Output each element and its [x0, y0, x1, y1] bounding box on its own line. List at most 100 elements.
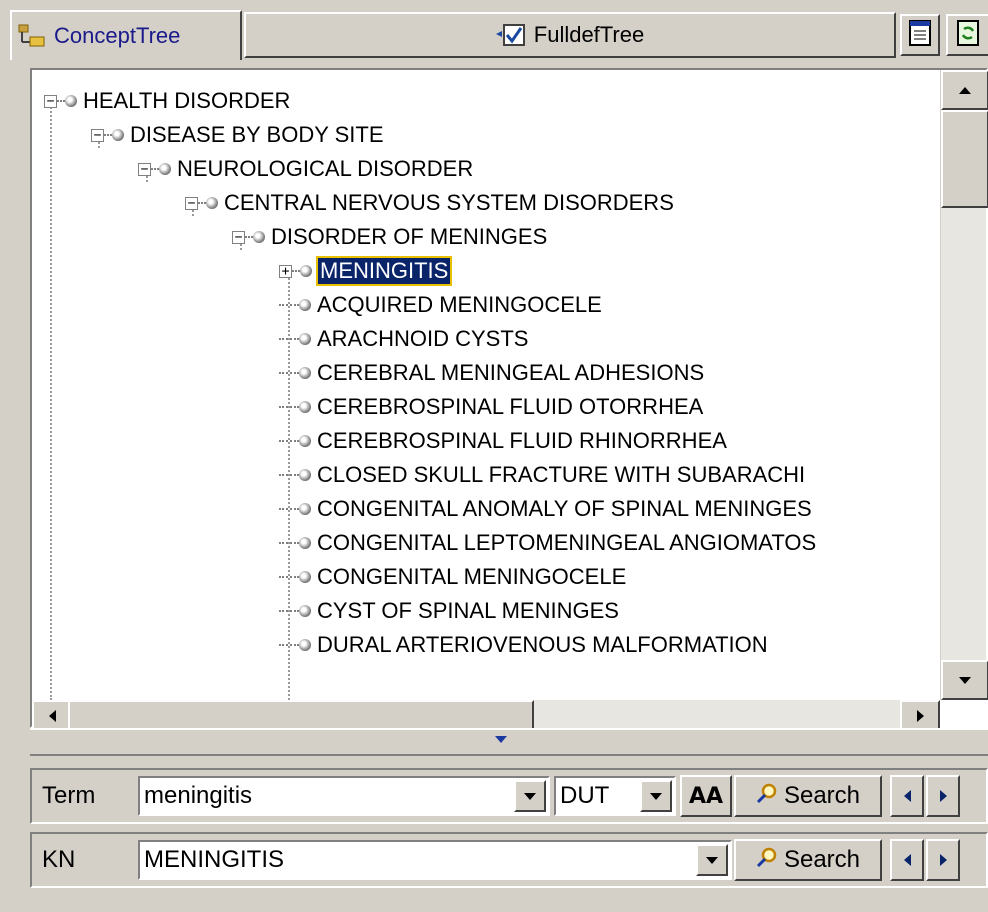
kn-label: KN — [42, 846, 76, 873]
tree-node-label: CEREBRAL MENINGEAL ADHESIONS — [317, 360, 705, 385]
node-bullet-icon — [299, 299, 311, 311]
node-bullet-icon — [112, 129, 124, 141]
tree-node[interactable]: CEREBROSPINAL FLUID RHINORRHEA — [279, 424, 727, 458]
arrow-left-icon — [903, 854, 911, 866]
tree-connector — [279, 372, 299, 374]
node-bullet-icon — [300, 265, 312, 277]
tree-node[interactable]: + MENINGITIS — [279, 254, 453, 288]
arrow-right-icon — [939, 790, 947, 802]
kn-input[interactable]: MENINGITIS — [138, 840, 732, 880]
tree-node[interactable]: CYST OF SPINAL MENINGES — [279, 594, 619, 628]
tree-node[interactable]: ARACHNOID CYSTS — [279, 322, 528, 356]
concept-tree: − HEALTH DISORDER − DISEASE BY BODY SITE − NE… — [32, 70, 940, 700]
tree-node[interactable]: CEREBROSPINAL FLUID OTORRHEA — [279, 390, 703, 424]
collapse-icon[interactable]: − — [91, 128, 104, 142]
chevron-down-icon — [524, 792, 536, 800]
tree-node[interactable]: CONGENITAL ANOMALY OF SPINAL MENINGES — [279, 492, 812, 526]
kn-dropdown-button[interactable] — [696, 844, 728, 876]
tree-node[interactable]: − DISEASE BY BODY SITE — [91, 118, 384, 152]
document-icon — [908, 19, 932, 52]
node-bullet-icon — [206, 197, 218, 209]
node-bullet-icon — [299, 435, 311, 447]
kn-search-row: KN MENINGITIS Search — [30, 832, 988, 888]
arrow-left-icon — [48, 710, 56, 722]
tree-node[interactable]: CEREBRAL MENINGEAL ADHESIONS — [279, 356, 704, 390]
tree-node-label: DISEASE BY BODY SITE — [130, 122, 384, 147]
document-view-button[interactable] — [900, 14, 940, 56]
tree-node[interactable]: CONGENITAL MENINGOCELE — [279, 560, 626, 594]
node-bullet-icon — [299, 605, 311, 617]
collapse-icon[interactable]: − — [232, 230, 245, 244]
tree-node[interactable]: DURAL ARTERIOVENOUS MALFORMATION — [279, 628, 768, 662]
tree-node[interactable]: − CENTRAL NERVOUS SYSTEM DISORDERS — [185, 186, 674, 220]
refresh-icon — [956, 19, 980, 52]
tab-bar: ConceptTree FulldefTree — [0, 0, 988, 68]
tree-node-label: CLOSED SKULL FRACTURE WITH SUBARACHI — [317, 462, 806, 487]
kn-search-button[interactable]: Search — [734, 839, 882, 881]
match-case-button[interactable]: AA — [680, 775, 732, 817]
language-dropdown-button[interactable] — [640, 780, 672, 812]
kn-prev-button[interactable] — [890, 839, 924, 881]
language-select-value: DUT — [560, 782, 610, 809]
tree-node[interactable]: − HEALTH DISORDER — [44, 84, 290, 118]
panel-splitter[interactable] — [30, 728, 988, 756]
tree-folder-icon — [18, 24, 46, 48]
tree-node-label: DURAL ARTERIOVENOUS MALFORMATION — [317, 632, 768, 657]
chevron-down-icon — [650, 792, 662, 800]
tab-concept-tree-label: ConceptTree — [54, 23, 181, 48]
concept-tree-panel: − HEALTH DISORDER − DISEASE BY BODY SITE − NE… — [30, 68, 988, 732]
tree-node-label: DISORDER OF MENINGES — [271, 224, 548, 249]
expand-icon[interactable]: + — [279, 264, 292, 278]
tree-node-label: HEALTH DISORDER — [83, 88, 291, 113]
tree-node-label: CEREBROSPINAL FLUID OTORRHEA — [317, 394, 704, 419]
tree-node[interactable]: − NEUROLOGICAL DISORDER — [138, 152, 473, 186]
scroll-down-button[interactable] — [941, 660, 988, 700]
checkbox-icon — [495, 22, 526, 48]
magnifier-icon — [756, 782, 778, 811]
term-input-value: meningitis — [144, 782, 253, 809]
term-next-button[interactable] — [926, 775, 960, 817]
tree-horizontal-scrollbar[interactable] — [32, 700, 940, 732]
tab-concept-tree[interactable]: ConceptTree — [10, 10, 242, 60]
tree-node-label: NEUROLOGICAL DISORDER — [177, 156, 474, 181]
tree-connector — [245, 236, 253, 238]
scroll-up-button[interactable] — [941, 70, 988, 110]
term-input[interactable]: meningitis — [138, 776, 550, 816]
term-dropdown-button[interactable] — [514, 780, 546, 812]
term-search-button[interactable]: Search — [734, 775, 882, 817]
tree-node[interactable]: CLOSED SKULL FRACTURE WITH SUBARACHI — [279, 458, 805, 492]
collapse-icon[interactable]: − — [138, 162, 151, 176]
term-label: Term — [42, 782, 96, 809]
tree-vertical-scrollbar[interactable] — [940, 70, 988, 700]
tree-node[interactable]: ACQUIRED MENINGOCELE — [279, 288, 602, 322]
node-bullet-icon — [299, 401, 311, 413]
tree-connector — [279, 508, 299, 510]
term-prev-button[interactable] — [890, 775, 924, 817]
node-bullet-icon — [299, 503, 311, 515]
arrow-left-icon — [903, 790, 911, 802]
match-case-label: AA — [688, 783, 724, 809]
tab-fulldef-tree[interactable]: FulldefTree — [244, 12, 896, 58]
tree-node[interactable]: − DISORDER OF MENINGES — [232, 220, 547, 254]
node-bullet-icon — [299, 333, 311, 345]
tree-connector — [279, 610, 299, 612]
language-select[interactable]: DUT — [554, 776, 676, 816]
arrow-down-icon — [959, 676, 971, 684]
tree-node-label: ACQUIRED MENINGOCELE — [317, 292, 602, 317]
collapse-icon[interactable]: − — [44, 94, 57, 108]
kn-next-button[interactable] — [926, 839, 960, 881]
scroll-thumb[interactable] — [941, 110, 988, 208]
node-bullet-icon — [65, 95, 77, 107]
tree-node-label: CONGENITAL ANOMALY OF SPINAL MENINGES — [317, 496, 812, 521]
node-bullet-icon — [299, 571, 311, 583]
node-bullet-icon — [299, 367, 311, 379]
tree-node-label: CEREBROSPINAL FLUID RHINORRHEA — [317, 428, 727, 453]
collapse-arrow-icon[interactable] — [495, 736, 507, 743]
node-bullet-icon — [299, 639, 311, 651]
tree-connector — [151, 168, 159, 170]
collapse-icon[interactable]: − — [185, 196, 198, 210]
tree-node[interactable]: CONGENITAL LEPTOMENINGEAL ANGIOMATOS — [279, 526, 816, 560]
refresh-button[interactable] — [946, 14, 988, 56]
kn-search-label: Search — [783, 846, 861, 873]
tree-connector — [279, 542, 299, 544]
